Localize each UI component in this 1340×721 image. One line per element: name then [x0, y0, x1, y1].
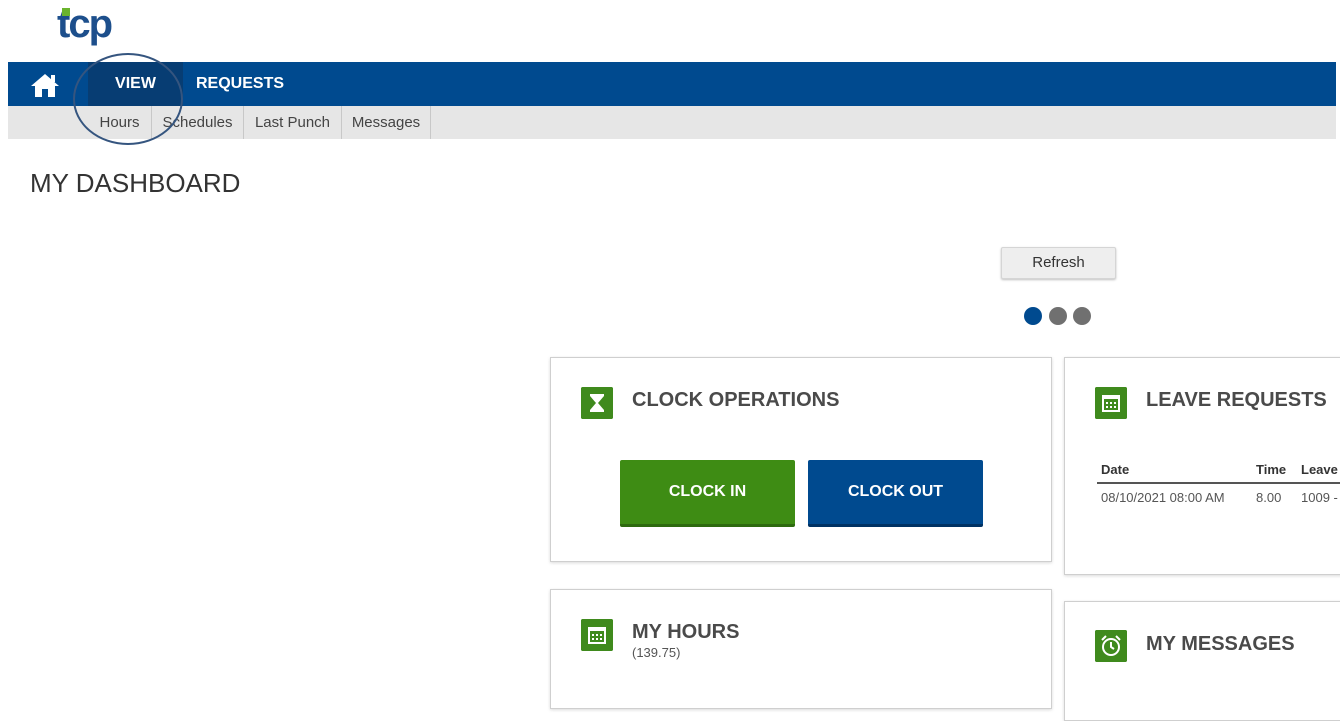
calendar-icon — [1095, 387, 1127, 419]
column-header-time: Time — [1256, 462, 1287, 477]
leave-requests-card: LEAVE REQUESTS Date Time Leave 08/10/202… — [1064, 357, 1340, 575]
card-title: LEAVE REQUESTS — [1146, 389, 1327, 411]
page-title: MY DASHBOARD — [30, 168, 241, 198]
table-cell-leave: 1009 - — [1301, 490, 1338, 505]
refresh-button[interactable]: Refresh — [1001, 247, 1116, 279]
subnav-messages[interactable]: Messages — [342, 106, 431, 139]
card-title: MY MESSAGES — [1146, 633, 1295, 655]
tcp-logo[interactable]: tcp — [57, 2, 113, 47]
calendar-icon — [581, 619, 613, 651]
carousel-dot-2[interactable] — [1049, 307, 1067, 325]
nav-tab-requests[interactable]: REQUESTS — [196, 62, 284, 106]
hourglass-icon — [581, 387, 613, 419]
highlight-circle-annotation — [73, 53, 183, 145]
carousel-dot-3[interactable] — [1073, 307, 1091, 325]
carousel-dot-1[interactable] — [1024, 307, 1042, 325]
main-navbar: VIEW REQUESTS — [8, 62, 1336, 106]
table-header-divider — [1097, 482, 1340, 484]
subnav-last-punch[interactable]: Last Punch — [244, 106, 342, 139]
clock-out-button[interactable]: CLOCK OUT — [808, 460, 983, 527]
sub-navbar: Hours Schedules Last Punch Messages — [8, 106, 1336, 139]
card-title: CLOCK OPERATIONS — [632, 389, 840, 411]
my-hours-card: MY HOURS (139.75) — [550, 589, 1052, 709]
table-cell-date: 08/10/2021 08:00 AM — [1101, 490, 1225, 505]
clock-operations-card: CLOCK OPERATIONS CLOCK IN CLOCK OUT — [550, 357, 1052, 562]
my-messages-card: MY MESSAGES — [1064, 601, 1340, 721]
card-title: MY HOURS — [632, 621, 740, 643]
hours-total: (139.75) — [632, 645, 681, 660]
logo-accent — [62, 8, 70, 16]
column-header-date: Date — [1101, 462, 1130, 477]
clock-in-button[interactable]: CLOCK IN — [620, 460, 795, 527]
home-icon[interactable] — [30, 72, 60, 98]
alarm-clock-icon — [1095, 630, 1127, 662]
column-header-leave: Leave — [1301, 462, 1338, 477]
table-cell-time: 8.00 — [1256, 490, 1282, 505]
